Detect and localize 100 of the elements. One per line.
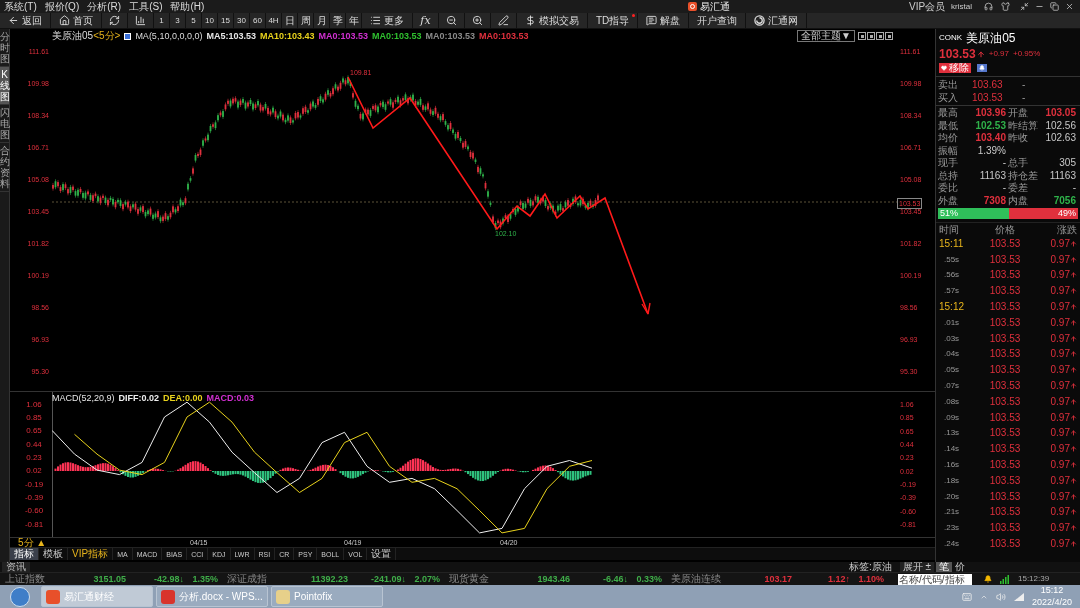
ma-value: MA0:103.53 [318, 31, 369, 41]
period-button[interactable]: 30 [234, 13, 250, 28]
toolbar-button[interactable]: 首页 [51, 13, 102, 28]
expand-button[interactable]: 展开 ± [899, 562, 934, 572]
toolbar-button[interactable]: 返回 [0, 13, 51, 28]
stat-value: - [1001, 158, 1007, 169]
close-icon[interactable] [1065, 2, 1074, 11]
toolbar-button[interactable]: TD指导 [588, 13, 639, 28]
period-select[interactable]: 5分 ▲ [18, 538, 47, 548]
toolbar-button[interactable]: 解盘 [638, 13, 690, 28]
up-arrow-icon [1070, 461, 1077, 470]
indicator-tab[interactable]: VIP指标 [68, 548, 114, 560]
ticker-change: -42.98↓ [152, 574, 184, 584]
theme-select[interactable]: 全部主题▼ [797, 30, 855, 42]
macd-axis-label: -0.39 [24, 493, 44, 502]
tick-view-tab[interactable]: 价 [952, 562, 968, 572]
stat-label: 昨结算 [1008, 120, 1039, 131]
clock-time: 15:12 [1040, 585, 1064, 597]
period-button[interactable]: 1 [154, 13, 170, 28]
tick-time: .24s [943, 540, 961, 549]
menu-item[interactable]: 系统(T) [0, 1, 41, 12]
menu-item[interactable]: 工具(S) [125, 1, 167, 12]
stat-label: 总手 [1008, 158, 1029, 169]
up-arrow-icon [1070, 287, 1077, 296]
side-tab[interactable]: 合约资料 [0, 143, 9, 192]
menu-item[interactable]: 帮助(H) [166, 1, 209, 12]
tick-time: .55s [943, 255, 961, 264]
toolbar-button[interactable]: 模拟交易 [517, 13, 588, 28]
tick-price: 103.53 [988, 475, 1022, 486]
stat-label: 最低 [938, 120, 959, 131]
book-label: 卖出 [938, 79, 959, 90]
stat-label: 总持 [938, 170, 959, 181]
macd-title: MACD(52,20,9) [52, 394, 115, 403]
headset-icon[interactable] [984, 2, 993, 11]
period-button[interactable]: 5 [186, 13, 202, 28]
period-button[interactable]: 日 [282, 13, 298, 28]
tick-change: 0.97 [1049, 302, 1070, 313]
tick-change: 0.97 [1049, 539, 1070, 550]
menu-item[interactable]: 分析(R) [83, 1, 126, 12]
alert-button[interactable] [977, 64, 987, 72]
tick-price: 103.53 [988, 539, 1022, 550]
search-field[interactable]: 名称/代码/指标 [898, 573, 972, 585]
stat-value: 103.96 [974, 108, 1007, 119]
up-arrow-icon [1070, 255, 1077, 264]
toolbar-button[interactable]: fx [413, 13, 439, 28]
price-change: +0.97 [988, 50, 1009, 58]
remove-button[interactable]: 移除 [939, 63, 971, 73]
start-button[interactable] [10, 586, 30, 607]
toolbar-button[interactable]: 汇通网 [746, 13, 808, 28]
ma-value: MA0:103.53 [479, 31, 529, 41]
period-button[interactable]: 周 [298, 13, 314, 28]
indicator-tab[interactable]: 模板 [39, 548, 68, 560]
period-button[interactable]: 年 [346, 13, 362, 28]
period-button[interactable]: 10 [202, 13, 218, 28]
clock-date: 2022/4/20 [1031, 596, 1072, 608]
period-button[interactable]: 3 [170, 13, 186, 28]
indicator-icon [124, 32, 132, 40]
ticker-change: -241.09↓ [369, 574, 406, 584]
period-button[interactable]: 月 [314, 13, 330, 28]
side-tab[interactable]: 闪电图 [0, 105, 9, 143]
period-button[interactable]: 15 [218, 13, 234, 28]
tick-price: 103.53 [988, 349, 1022, 360]
dollar-icon [525, 15, 536, 26]
toolbar-button[interactable]: 更多 [362, 13, 413, 28]
stat-label: 委比 [938, 183, 959, 194]
tick-change: 0.97 [1049, 475, 1070, 486]
ma-value: MA5:103.53 [206, 31, 256, 41]
ticker-value: 11392.23 [309, 574, 348, 584]
tick-time: .05s [943, 366, 961, 375]
app-icon [46, 589, 60, 604]
up-arrow-icon [1070, 413, 1077, 422]
tick-price: 103.53 [988, 270, 1022, 281]
period-button[interactable]: 60 [250, 13, 266, 28]
tick-change: 0.97 [1049, 254, 1070, 265]
ticker-name: 美原油连续 [670, 574, 722, 584]
toolbar-button[interactable]: 开户查询 [689, 13, 747, 28]
bell-icon[interactable] [984, 575, 992, 583]
macd-value: MACD:0.03 [206, 394, 255, 403]
shrink-icon[interactable] [1020, 2, 1029, 11]
tick-view-tab[interactable]: 笔 [936, 562, 952, 572]
book-label: 买入 [938, 92, 959, 103]
ticker-percent: 2.07% [413, 574, 441, 584]
up-arrow-icon [1070, 318, 1077, 327]
vip-label: VIP会员 [909, 1, 946, 12]
column-header: 价格 [994, 224, 1016, 235]
indicator-tab[interactable]: 指标 [10, 548, 39, 560]
news-tab[interactable]: 资讯 [2, 562, 30, 572]
stat-label: 开盘 [1008, 108, 1029, 119]
menu-item[interactable]: 报价(Q) [40, 1, 84, 12]
restore-icon[interactable] [1050, 2, 1059, 11]
ma-value: MA0:103.53 [372, 31, 422, 41]
macd-axis-label: 1.06 [25, 400, 43, 409]
period-button[interactable]: 季 [330, 13, 346, 28]
side-tab[interactable]: K线图 [0, 67, 9, 105]
book-price: 103.63 [972, 79, 1004, 90]
up-arrow-icon [1070, 492, 1077, 501]
period-button[interactable]: 4H [266, 13, 282, 28]
shirt-icon[interactable] [1001, 2, 1010, 11]
indicator-tab[interactable]: 设置 [367, 548, 397, 560]
tick-time: 15:11 [939, 238, 965, 249]
